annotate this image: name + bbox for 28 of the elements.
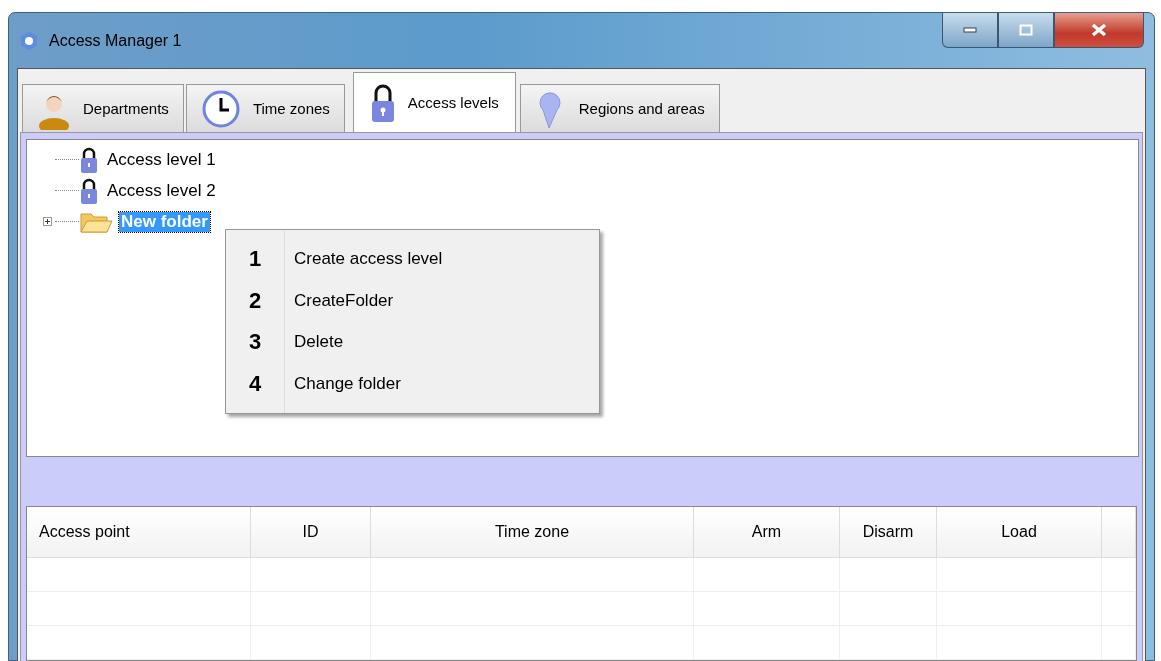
column-header[interactable]: Access point: [27, 507, 251, 557]
tab[interactable]: Regions and areas: [519, 84, 720, 132]
padlock-icon: [79, 145, 99, 174]
window-title: Access Manager 1: [49, 31, 182, 50]
column-header[interactable]: Disarm: [840, 507, 937, 557]
minimize-icon: [963, 27, 977, 33]
menu-item[interactable]: 2 CreateFolder: [226, 280, 599, 321]
app-icon: [19, 30, 39, 51]
clock-icon: [200, 88, 241, 129]
close-icon: [1090, 23, 1108, 37]
menu-item[interactable]: 3 Delete: [226, 322, 599, 363]
tab[interactable]: Departments: [22, 84, 184, 132]
padlock-icon: [79, 176, 99, 205]
tree-item[interactable]: Access level 1: [105, 149, 218, 170]
maximize-icon: [1019, 24, 1033, 36]
close-button[interactable]: [1054, 13, 1144, 48]
column-header[interactable]: Time zone: [371, 507, 694, 557]
column-header[interactable]: ID: [251, 507, 371, 557]
menu-item[interactable]: 1 Create access level: [226, 238, 599, 279]
tree-item[interactable]: Access level 2: [105, 180, 218, 201]
column-header[interactable]: Load: [937, 507, 1102, 557]
expand-icon[interactable]: [43, 217, 52, 226]
column-header[interactable]: Arm: [694, 507, 840, 557]
menu-item[interactable]: 4 Change folder: [226, 364, 599, 405]
maximize-button[interactable]: [998, 13, 1054, 48]
tab[interactable]: Access levels: [352, 72, 516, 132]
minimize-button[interactable]: [942, 13, 998, 48]
tab[interactable]: Time zones: [185, 84, 345, 132]
